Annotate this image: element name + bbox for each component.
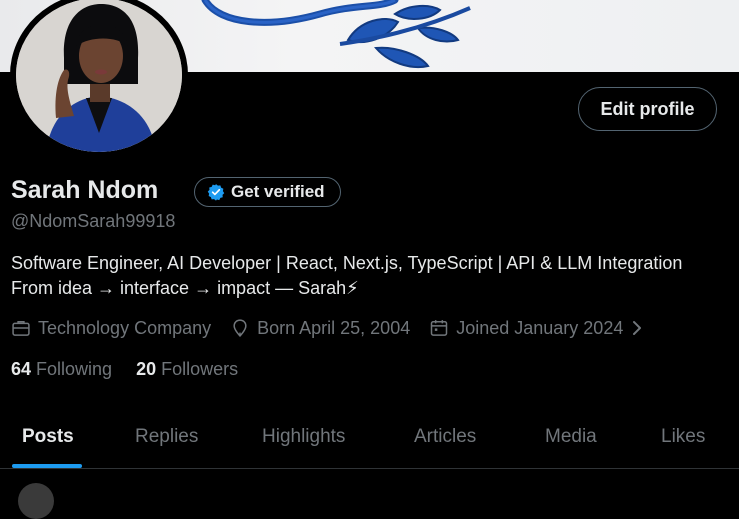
profile-avatar-ring: [10, 0, 188, 158]
avatar[interactable]: [16, 0, 182, 152]
active-tab-indicator: [12, 464, 82, 468]
edit-profile-button[interactable]: Edit profile: [578, 87, 717, 131]
user-handle: @NdomSarah99918: [11, 211, 176, 231]
meta-birthday: Born April 25, 2004: [230, 318, 410, 339]
get-verified-button[interactable]: Get verified: [194, 177, 341, 207]
tab-replies[interactable]: Replies: [135, 405, 198, 468]
display-name: Sarah Ndom: [11, 176, 159, 204]
get-verified-label: Get verified: [231, 182, 325, 201]
meta-joined[interactable]: Joined January 2024: [429, 318, 644, 339]
meta-category: Technology Company: [11, 318, 211, 339]
bio-line: Software Engineer, AI Developer | React,…: [11, 253, 683, 273]
profile-meta: Technology Company Born April 25, 2004 J…: [11, 316, 663, 340]
briefcase-icon: [12, 321, 30, 336]
following-count: 64: [11, 359, 32, 379]
tab-highlights[interactable]: Highlights: [262, 405, 345, 468]
calendar-icon: [430, 320, 448, 336]
profile-tabs: Posts Replies Highlights Articles Media …: [0, 405, 739, 469]
followers-link[interactable]: 20 Followers: [136, 359, 238, 380]
tab-posts[interactable]: Posts: [22, 405, 74, 468]
tab-media[interactable]: Media: [545, 405, 597, 468]
tab-articles[interactable]: Articles: [414, 405, 476, 468]
verified-badge-icon: [207, 184, 225, 201]
post-author-avatar[interactable]: [18, 483, 54, 519]
bio-line: From idea → interface → impact — Sarah⚡: [11, 278, 359, 298]
following-label: Following: [36, 359, 113, 379]
category-text: Technology Company: [38, 317, 212, 338]
chevron-right-icon[interactable]: [630, 319, 644, 337]
followers-count: 20: [136, 359, 157, 379]
followers-label: Followers: [161, 359, 239, 379]
joined-text: Joined January 2024: [456, 317, 624, 338]
follow-stats: 64 Following 20 Followers: [11, 359, 238, 380]
profile-bio: Software Engineer, AI Developer | React,…: [11, 251, 682, 301]
tab-likes[interactable]: Likes: [661, 405, 705, 468]
avatar-image: [16, 0, 182, 152]
location-pin-icon: [233, 319, 247, 337]
birthday-text: Born April 25, 2004: [257, 317, 411, 338]
following-link[interactable]: 64 Following: [11, 359, 112, 380]
